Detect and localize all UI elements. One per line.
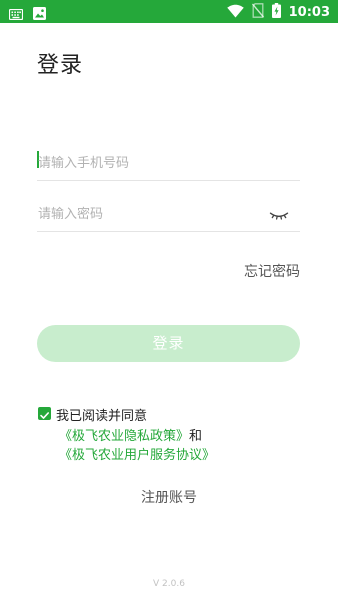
no-sim-icon <box>251 3 264 22</box>
version-label: V 2.0.6 <box>153 579 185 589</box>
keyboard-icon <box>8 5 24 24</box>
page-title: 登录 <box>37 53 84 78</box>
status-time: 10:03 <box>288 5 330 20</box>
eye-closed-icon[interactable] <box>269 206 289 225</box>
service-agreement-link[interactable]: 《极飞农业用户服务协议》 <box>59 448 215 463</box>
phone-placeholder: 请输入手机号码 <box>38 156 130 171</box>
agreement-checkbox[interactable] <box>38 407 51 420</box>
and-text: 和 <box>189 429 203 444</box>
agreement-links-row-2: 《极飞农业用户服务协议》 <box>59 444 215 463</box>
password-placeholder: 请输入密码 <box>38 207 104 222</box>
forgot-password-link[interactable]: 忘记密码 <box>244 261 300 281</box>
battery-charging-icon <box>271 3 281 22</box>
password-input[interactable]: 请输入密码 <box>37 195 300 232</box>
agreement-links-row: 《极飞农业隐私政策》和 <box>59 425 202 444</box>
status-bar-left <box>8 5 46 24</box>
login-button[interactable]: 登录 <box>37 325 300 362</box>
login-screen: 登录 请输入手机号码 请输入密码 忘记密码 登录 我已阅读并同意 《极飞农业隐私… <box>0 23 338 600</box>
wifi-icon <box>226 3 244 22</box>
agreement-text: 我已阅读并同意 <box>56 409 148 424</box>
phone-input[interactable]: 请输入手机号码 <box>37 144 300 181</box>
privacy-policy-link[interactable]: 《极飞农业隐私政策》 <box>59 429 189 444</box>
image-icon <box>33 5 46 24</box>
check-icon <box>40 412 49 419</box>
status-bar-right: 10:03 <box>226 3 330 22</box>
status-bar: 10:03 <box>0 0 338 23</box>
register-link[interactable]: 注册账号 <box>0 487 338 507</box>
